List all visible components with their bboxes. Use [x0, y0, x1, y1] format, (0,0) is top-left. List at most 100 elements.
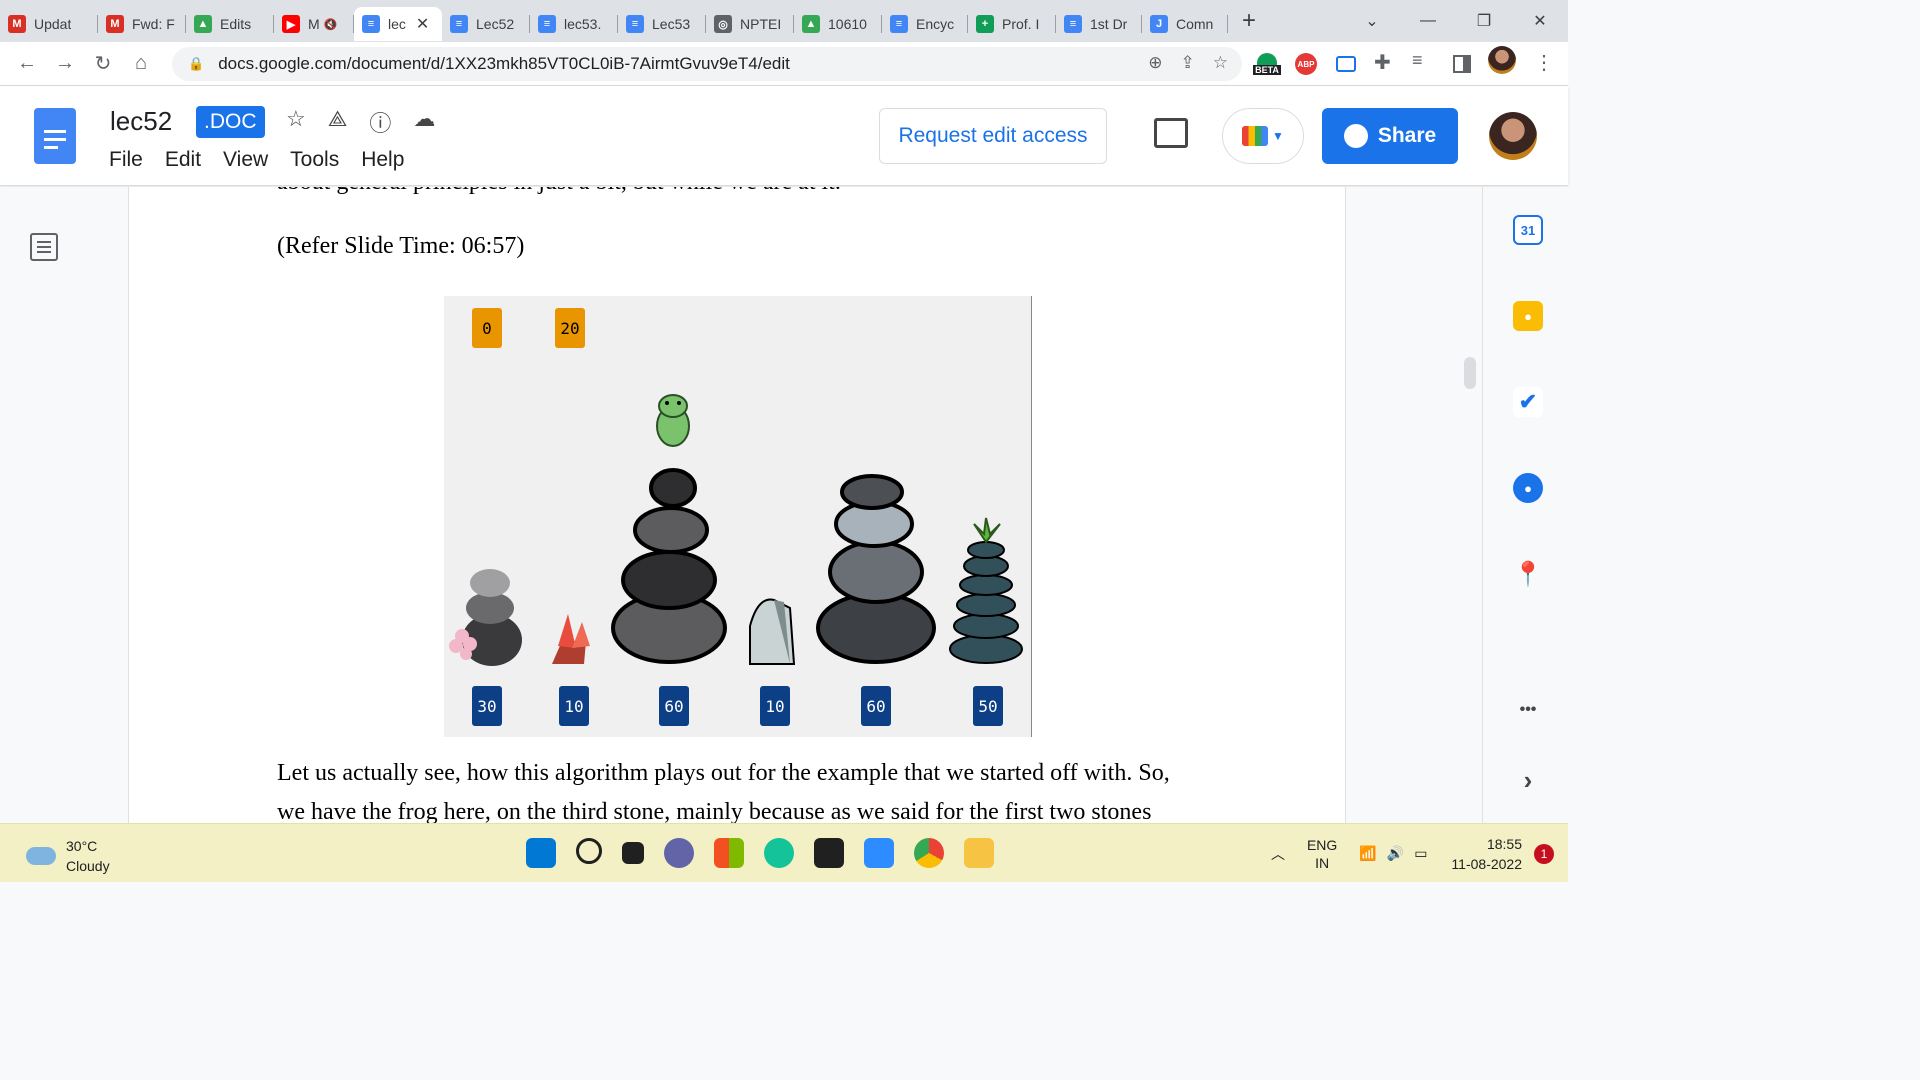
notification-badge[interactable]: 1 — [1534, 843, 1554, 864]
beta-extension-icon[interactable]: BETA — [1251, 50, 1283, 78]
adblock-icon[interactable]: ABP — [1295, 53, 1317, 75]
browser-tab[interactable]: J Comn — [1142, 7, 1228, 41]
close-window-icon[interactable]: ✕ — [1512, 11, 1568, 31]
tab-title: Comn — [1176, 16, 1214, 32]
tray-overflow-icon[interactable]: ︿ — [1271, 844, 1285, 864]
share-button[interactable]: Share — [1322, 108, 1458, 164]
clock[interactable]: 18:55 11-08-2022 — [1451, 834, 1522, 874]
speaker-icon[interactable]: 🔇 — [324, 18, 338, 31]
forward-icon[interactable]: → — [46, 52, 84, 75]
url-omnibox[interactable]: 🔒 docs.google.com/document/d/1XX23mkh85V… — [172, 47, 1242, 81]
tab-title: 1st Dr — [1090, 16, 1128, 32]
slide-image: 0 20 30 10 60 10 60 50 — [444, 296, 1032, 737]
document-outline-icon[interactable] — [30, 233, 58, 261]
google-docs-icon: ≡ — [362, 15, 380, 33]
slide-reference: (Refer Slide Time: 06:57) — [277, 233, 525, 259]
share-page-icon[interactable]: ⇪ — [1181, 53, 1195, 73]
profile-avatar[interactable] — [1488, 46, 1516, 74]
globe-icon — [1343, 124, 1368, 148]
google-drive-icon: ▲ — [194, 15, 212, 33]
menu-edit[interactable]: Edit — [165, 148, 201, 172]
browser-tab[interactable]: ≡ lec53. — [530, 7, 618, 41]
browser-menu-icon[interactable]: ⋮ — [1534, 50, 1554, 75]
bookmark-star-icon[interactable]: ☆ — [1213, 53, 1228, 73]
more-addons-icon[interactable]: ••• — [1513, 695, 1543, 725]
browser-tab[interactable]: ▶ M 🔇 — [274, 7, 354, 41]
expand-panel-icon[interactable]: › — [1513, 765, 1543, 795]
tab-title: M — [308, 16, 320, 32]
restore-icon[interactable]: ❐ — [1456, 11, 1512, 31]
teams-chat-icon[interactable] — [664, 838, 694, 868]
system-tray: ︿ ENG IN 📶 🔊 ▭ 18:55 11-08-2022 1 — [1271, 824, 1568, 883]
stone-stack-5 — [816, 474, 936, 664]
file-explorer-icon[interactable] — [964, 838, 994, 868]
language-indicator[interactable]: ENG IN — [1307, 836, 1337, 872]
browser-tab[interactable]: M Fwd: F — [98, 7, 186, 41]
bottom-value-badge: 30 — [472, 686, 502, 726]
side-panel: 31 ● ✔ ● 📍 ••• › — [1482, 187, 1568, 823]
menu-tools[interactable]: Tools — [290, 148, 339, 172]
reload-icon[interactable]: ↻ — [84, 51, 122, 76]
tab-search-icon[interactable]: ⌄ — [1344, 11, 1400, 31]
star-icon[interactable]: ☆ — [286, 106, 306, 138]
cloud-status-icon[interactable]: ☁ — [413, 106, 435, 138]
address-bar-row: ← → ↻ ⌂ 🔒 docs.google.com/document/d/1XX… — [0, 42, 1568, 86]
new-tab-button[interactable]: + — [1242, 7, 1256, 35]
google-drive-icon: ▲ — [802, 15, 820, 33]
menu-bar: File Edit View Tools Help — [109, 148, 404, 172]
chrome-icon[interactable] — [914, 838, 944, 868]
scrollbar-thumb[interactable] — [1464, 357, 1476, 389]
back-icon[interactable]: ← — [8, 52, 46, 75]
keep-icon[interactable]: ● — [1513, 301, 1543, 331]
browser-tab[interactable]: ▲ 10610 — [794, 7, 882, 41]
maps-icon[interactable]: 📍 — [1513, 559, 1543, 589]
extensions-puzzle-icon[interactable]: ✚ — [1374, 50, 1391, 75]
browser-tab[interactable]: ≡ Lec53 — [618, 7, 706, 41]
calendar-icon[interactable]: 31 — [1513, 215, 1543, 245]
move-to-drive-icon[interactable]: ⟁ — [328, 106, 348, 138]
wifi-icon[interactable]: 📶 — [1359, 845, 1376, 862]
sticky-notes-icon[interactable] — [814, 838, 844, 868]
browser-tab[interactable]: M Updat — [0, 7, 98, 41]
tasks-icon[interactable]: ✔ — [1513, 387, 1543, 417]
request-edit-access-button[interactable]: Request edit access — [879, 108, 1107, 164]
lock-icon[interactable]: 🔒 — [188, 56, 204, 72]
document-title[interactable]: lec52 — [110, 106, 172, 137]
task-view-icon[interactable] — [622, 842, 644, 864]
meet-button[interactable]: ▼ — [1222, 108, 1304, 164]
side-panel-icon[interactable] — [1453, 55, 1471, 73]
zoom-icon[interactable]: ⊕ — [1148, 53, 1162, 73]
comment-history-icon[interactable] — [1154, 118, 1188, 148]
minimize-icon[interactable]: — — [1400, 12, 1456, 30]
store-icon[interactable] — [714, 838, 744, 868]
account-avatar[interactable] — [1489, 112, 1537, 160]
start-icon[interactable] — [526, 838, 556, 868]
menu-view[interactable]: View — [223, 148, 268, 172]
zoom-app-icon[interactable] — [864, 838, 894, 868]
info-icon[interactable]: ⓘ — [369, 106, 391, 138]
battery-icon[interactable]: ▭ — [1414, 845, 1427, 862]
browser-tab[interactable]: ≡ Encyc — [882, 7, 968, 41]
volume-icon[interactable]: 🔊 — [1387, 845, 1404, 862]
weather-widget[interactable]: 30°C Cloudy — [26, 836, 110, 876]
screen-record-icon[interactable] — [1336, 56, 1356, 72]
google-docs-icon: ≡ — [626, 15, 644, 33]
browser-tab[interactable]: ◎ NPTEI — [706, 7, 794, 41]
grammarly-icon[interactable] — [764, 838, 794, 868]
browser-tab[interactable]: ▲ Edits — [186, 7, 274, 41]
home-icon[interactable]: ⌂ — [122, 52, 160, 75]
browser-tab[interactable]: + Prof. I — [968, 7, 1056, 41]
google-docs-logo-icon[interactable] — [34, 108, 76, 164]
browser-tab[interactable]: ≡ Lec52 — [442, 7, 530, 41]
reading-list-icon[interactable]: ≡ — [1412, 50, 1423, 71]
document-page: about general principles in just a bit, … — [128, 187, 1346, 823]
search-icon[interactable] — [576, 838, 602, 864]
google-docs-icon: ≡ — [890, 15, 908, 33]
close-tab-icon[interactable]: ✕ — [416, 14, 429, 34]
browser-tab[interactable]: ≡ 1st Dr — [1056, 7, 1142, 41]
url-text: docs.google.com/document/d/1XX23mkh85VT0… — [218, 54, 790, 73]
menu-file[interactable]: File — [109, 148, 143, 172]
browser-tab[interactable]: ≡ lec ✕ — [354, 7, 442, 41]
menu-help[interactable]: Help — [361, 148, 404, 172]
contacts-icon[interactable]: ● — [1513, 473, 1543, 503]
